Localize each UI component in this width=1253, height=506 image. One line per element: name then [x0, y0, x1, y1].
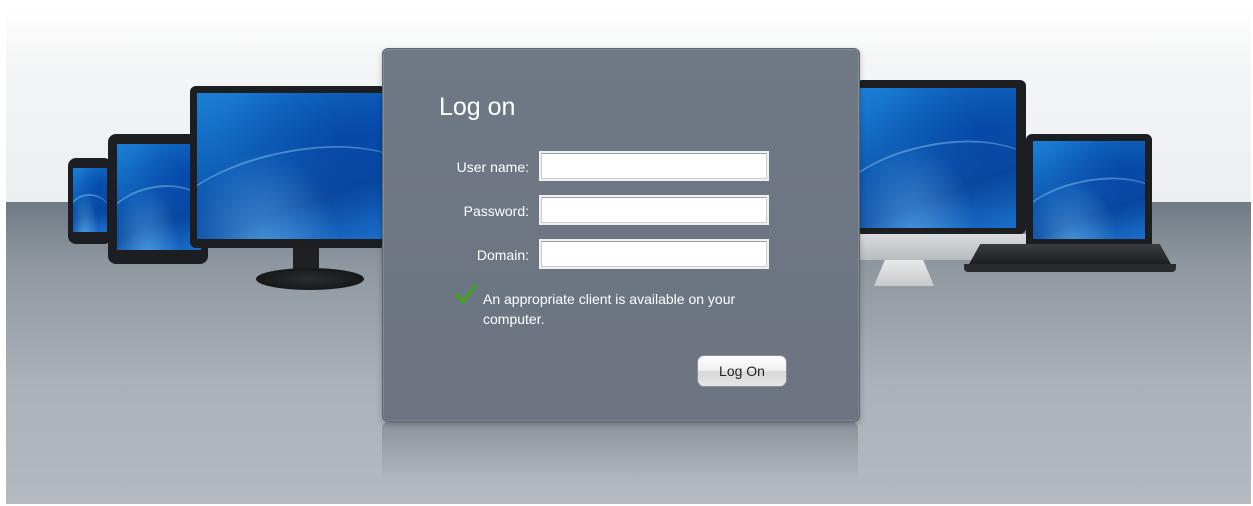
login-panel: Log on User name: Password: Domain: An a…: [382, 48, 860, 422]
page-title: Log on: [439, 93, 516, 121]
username-label: User name:: [456, 159, 529, 175]
password-field[interactable]: [541, 197, 767, 223]
checkmark-icon: [455, 284, 477, 304]
domain-field[interactable]: [541, 241, 767, 267]
password-label: Password:: [463, 203, 529, 219]
panel-reflection: [382, 422, 858, 482]
logon-button[interactable]: Log On: [697, 355, 787, 387]
username-field[interactable]: [541, 153, 767, 179]
domain-label: Domain:: [476, 247, 529, 263]
background-stage: Log on User name: Password: Domain: An a…: [6, 6, 1251, 504]
client-available-notice: An appropriate client is available on yo…: [483, 291, 736, 327]
